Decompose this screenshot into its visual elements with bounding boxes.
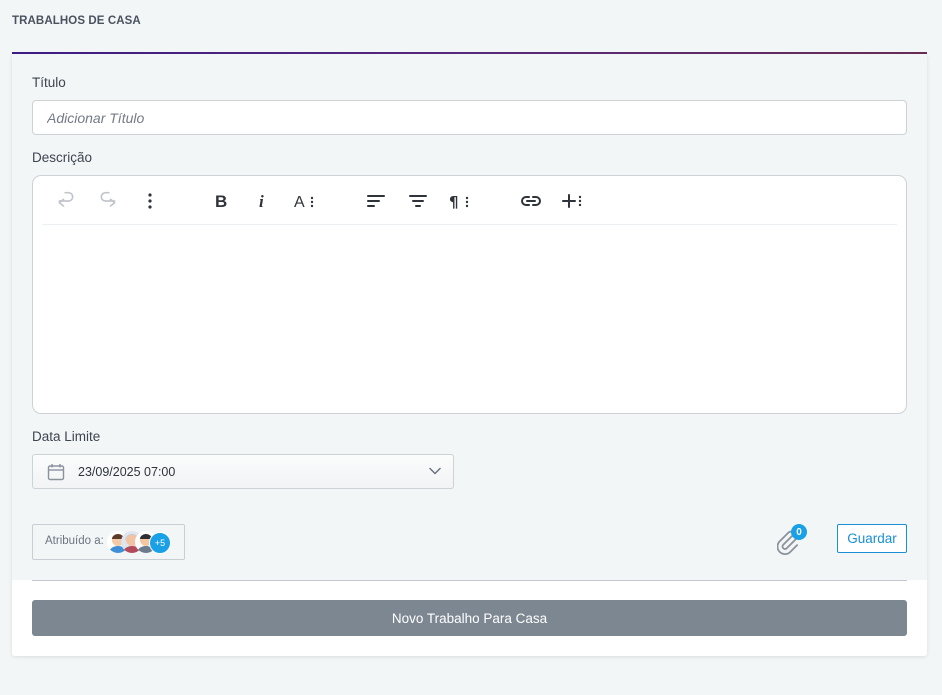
paragraph-icon: ¶ xyxy=(449,193,469,210)
insert-icon xyxy=(562,194,582,208)
more-options-button[interactable] xyxy=(137,188,163,214)
new-homework-button[interactable]: Novo Trabalho Para Casa xyxy=(32,600,907,636)
bold-icon: B xyxy=(215,192,227,210)
svg-text:i: i xyxy=(259,192,264,210)
editor-toolbar: B i A ¶ xyxy=(42,176,897,225)
assigned-to-selector[interactable]: Atribuído a: +5 xyxy=(32,524,185,560)
attachments-count-badge: 0 xyxy=(791,524,807,540)
font-size-icon: A xyxy=(294,194,314,210)
description-editor: B i A ¶ xyxy=(32,175,907,414)
svg-text:B: B xyxy=(215,192,227,210)
redo-button[interactable] xyxy=(95,188,121,214)
deadline-label: Data Limite xyxy=(32,429,101,444)
form-divider xyxy=(32,580,907,581)
assigned-label: Atribuído a: xyxy=(45,535,104,547)
deadline-value: 23/09/2025 07:00 xyxy=(78,465,176,479)
paragraph-button[interactable]: ¶ xyxy=(447,188,473,214)
bold-button[interactable]: B xyxy=(208,188,234,214)
align-center-button[interactable] xyxy=(405,188,431,214)
insert-button[interactable] xyxy=(560,188,586,214)
align-left-button[interactable] xyxy=(363,188,389,214)
more-vertical-icon xyxy=(148,193,152,209)
align-left-icon xyxy=(367,195,385,207)
page-title: TRABALHOS DE CASA xyxy=(12,15,141,27)
title-input[interactable] xyxy=(32,100,907,135)
italic-button[interactable]: i xyxy=(250,188,276,214)
redo-icon xyxy=(100,191,116,207)
description-label: Descrição xyxy=(32,150,93,165)
deadline-picker[interactable]: 23/09/2025 07:00 xyxy=(32,454,454,489)
save-button[interactable]: Guardar xyxy=(837,524,907,553)
font-size-button[interactable]: A xyxy=(292,188,318,214)
more-assignees-badge: +5 xyxy=(149,532,171,554)
editor-content-area[interactable] xyxy=(42,226,897,411)
align-center-icon xyxy=(409,195,427,207)
svg-text:A: A xyxy=(294,194,305,210)
link-icon xyxy=(521,196,541,206)
link-button[interactable] xyxy=(518,188,544,214)
italic-icon: i xyxy=(259,192,264,210)
title-label: Título xyxy=(32,75,66,90)
undo-button[interactable] xyxy=(53,188,79,214)
homework-form-card: Título Descrição B i A xyxy=(12,54,927,656)
calendar-icon xyxy=(47,464,65,481)
chevron-down-icon xyxy=(429,467,441,475)
undo-icon xyxy=(58,191,74,207)
svg-text:¶: ¶ xyxy=(449,193,459,210)
